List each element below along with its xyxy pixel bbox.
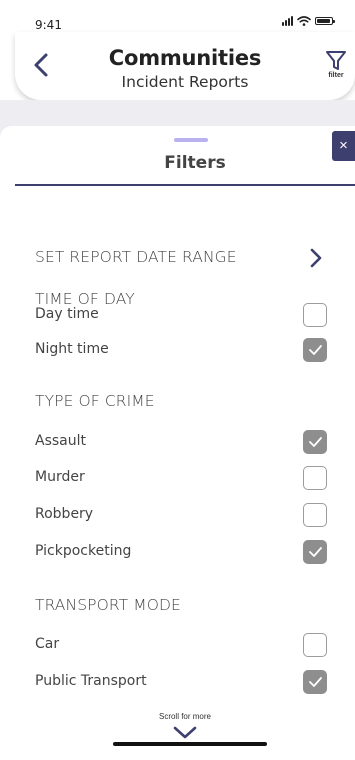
chevron-down-icon[interactable] <box>172 725 198 741</box>
status-time: 9:41 <box>35 18 62 32</box>
chevron-right-icon <box>310 248 322 268</box>
filter-funnel-icon <box>326 51 346 70</box>
option-public-transport[interactable]: Public Transport <box>35 670 335 694</box>
checkbox[interactable] <box>303 430 327 454</box>
battery-icon <box>315 17 335 25</box>
option-label: Pickpocketing <box>35 543 132 559</box>
section-heading-type-of-crime: TYPE OF CRIME <box>35 392 155 410</box>
checkbox[interactable] <box>303 503 327 527</box>
checkbox[interactable] <box>303 466 327 490</box>
option-assault[interactable]: Assault <box>35 430 335 454</box>
option-robbery[interactable]: Robbery <box>35 503 335 527</box>
checkbox[interactable] <box>303 633 327 657</box>
title-divider <box>15 184 355 186</box>
page-title: Communities <box>108 46 262 70</box>
option-murder[interactable]: Murder <box>35 466 335 490</box>
option-label: Public Transport <box>35 673 147 689</box>
check-icon <box>309 437 322 447</box>
date-range-row[interactable]: SET REPORT DATE RANGE <box>15 242 355 274</box>
wifi-icon <box>297 16 311 26</box>
filters-title: Filters <box>164 153 226 173</box>
option-label: Assault <box>35 433 86 449</box>
option-car[interactable]: Car <box>35 633 335 657</box>
option-label: Robbery <box>35 506 94 522</box>
section-heading-transport-mode: TRANSPORT MODE <box>35 596 181 614</box>
page-subtitle: Incident Reports <box>121 73 249 91</box>
option-night-time[interactable]: Night time <box>35 338 335 362</box>
date-range-label: SET REPORT DATE RANGE <box>35 248 237 266</box>
check-icon <box>309 345 322 355</box>
drag-handle[interactable] <box>174 138 208 142</box>
header-card: Communities Incident Reports filter <box>15 32 355 100</box>
check-icon <box>309 547 322 557</box>
scroll-hint: Scroll for more <box>158 712 211 721</box>
option-label: Night time <box>35 341 109 357</box>
filter-button[interactable]: filter <box>321 50 351 90</box>
checkbox[interactable] <box>303 670 327 694</box>
option-day-time[interactable]: Day time <box>35 303 335 327</box>
option-pickpocketing[interactable]: Pickpocketing <box>35 540 335 564</box>
option-label: Murder <box>35 469 85 485</box>
checkbox[interactable] <box>303 338 327 362</box>
checkbox[interactable] <box>303 303 327 327</box>
option-label: Day time <box>35 306 99 322</box>
home-indicator <box>113 742 267 746</box>
option-label: Car <box>35 636 60 652</box>
filter-label: filter <box>328 72 344 79</box>
checkbox[interactable] <box>303 540 327 564</box>
status-icons <box>282 16 335 26</box>
check-icon <box>309 677 322 687</box>
signal-icon <box>282 16 293 26</box>
